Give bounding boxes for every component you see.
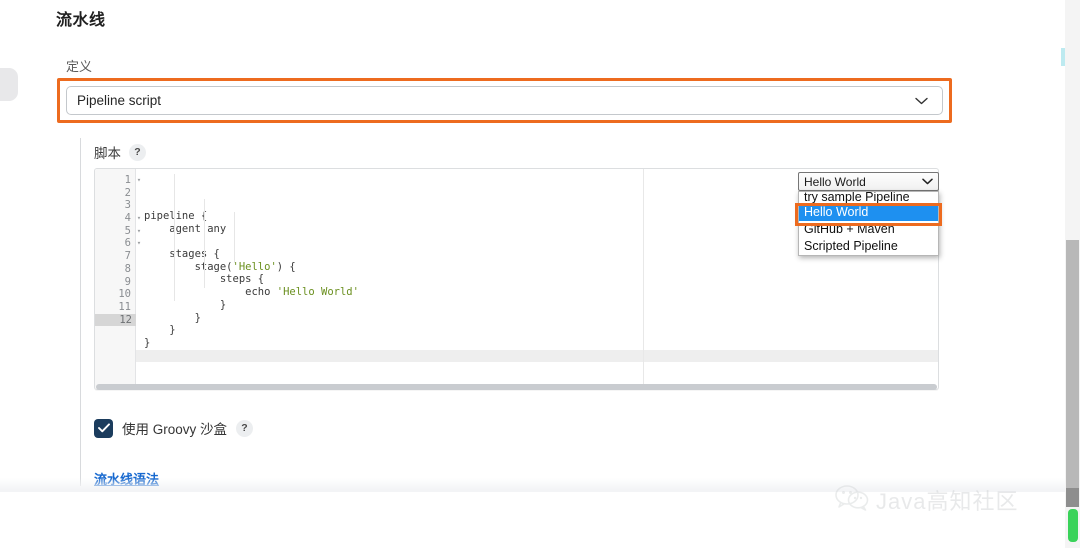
gutter-line-number: 7: [124, 250, 131, 263]
editor-gutter: 1 ▾ 2 3 4 ▾ 5 ▾ 6 ▾ 7 8 9 10 11 12: [95, 169, 142, 389]
page-scrollbar-thumb[interactable]: [1066, 240, 1079, 488]
gutter-line-number: 11: [118, 300, 131, 313]
definition-select-value: Pipeline script: [77, 93, 162, 108]
groovy-sandbox-help-icon[interactable]: ?: [236, 419, 254, 437]
gutter-line-number: 6 ▾: [124, 237, 142, 250]
sample-option-1[interactable]: Hello World: [799, 204, 938, 221]
script-label-row: 脚本 ?: [94, 142, 146, 162]
code-line: }: [144, 324, 176, 337]
gutter-line-number: 9: [124, 275, 131, 288]
gutter-line-number: 1 ▾: [124, 174, 142, 186]
indent-guide: [204, 199, 205, 288]
editor-print-margin: [643, 169, 644, 389]
code-line: steps {: [219, 273, 265, 286]
code-line: stage('Hello') {: [144, 260, 296, 273]
groovy-sandbox-row[interactable]: 使用 Groovy 沙盒 ?: [94, 418, 254, 438]
check-icon: [97, 423, 110, 433]
groovy-sandbox-label: 使用 Groovy 沙盒: [122, 422, 228, 437]
sample-select-value: Hello World: [804, 174, 866, 189]
bottom-action-bar: 保存 应用: [0, 492, 1080, 548]
sample-option-3[interactable]: Scripted Pipeline: [799, 238, 938, 255]
sample-option-0[interactable]: try sample Pipeline: [799, 192, 938, 204]
editor-horizontal-scrollbar[interactable]: [96, 384, 937, 390]
sample-option-list[interactable]: try sample Pipeline Hello World GitHub + M…: [798, 191, 939, 256]
code-line: echo 'Hello World': [144, 286, 359, 299]
sidebar-partial-chip: [0, 68, 18, 101]
gutter-line-number: 8: [124, 262, 131, 275]
code-line: [136, 349, 938, 363]
gutter-line-number: 4 ▾: [124, 212, 142, 225]
gutter-line-number: 10: [118, 288, 131, 301]
code-line: }: [144, 336, 151, 349]
gutter-line-number: 2: [124, 186, 131, 199]
chevron-down-icon: [914, 94, 928, 108]
definition-select[interactable]: Pipeline script: [66, 86, 943, 115]
sample-pipeline-dropdown[interactable]: Hello World try sample Pipeline Hello Wor…: [795, 172, 942, 256]
page-title: 流水线: [56, 12, 106, 29]
sample-select-button[interactable]: Hello World: [798, 172, 939, 191]
definition-label: 定义: [66, 59, 93, 74]
bottom-bar-shadow: [0, 478, 1080, 492]
gutter-line-number: 5 ▾: [124, 224, 142, 237]
code-line: }: [144, 298, 227, 311]
script-help-icon[interactable]: ?: [129, 143, 146, 161]
gutter-line-number: 12: [95, 313, 136, 327]
code-line: }: [144, 311, 201, 324]
groovy-sandbox-checkbox[interactable]: [94, 418, 113, 438]
indent-guide: [234, 212, 235, 263]
pipeline-config-page: 流水线 定义 Pipeline script 脚本 ? 1 ▾ 2 3 4 ▾ 5 ▾ 6 ▾ 7 8…: [0, 0, 1080, 548]
page-scrollbar-thumb-end[interactable]: [1066, 488, 1079, 507]
gutter-line-number: 3: [124, 199, 131, 212]
sample-option-2[interactable]: GitHub + Maven: [799, 221, 938, 238]
indent-guide: [174, 174, 175, 301]
script-label: 脚本: [94, 146, 121, 161]
scrollbar-marker: [1061, 48, 1065, 66]
chevron-down-icon: [922, 177, 933, 187]
section-left-rule: [80, 138, 81, 486]
page-scrollbar-track[interactable]: [1065, 0, 1080, 548]
scroll-indicator-green: [1068, 509, 1078, 542]
